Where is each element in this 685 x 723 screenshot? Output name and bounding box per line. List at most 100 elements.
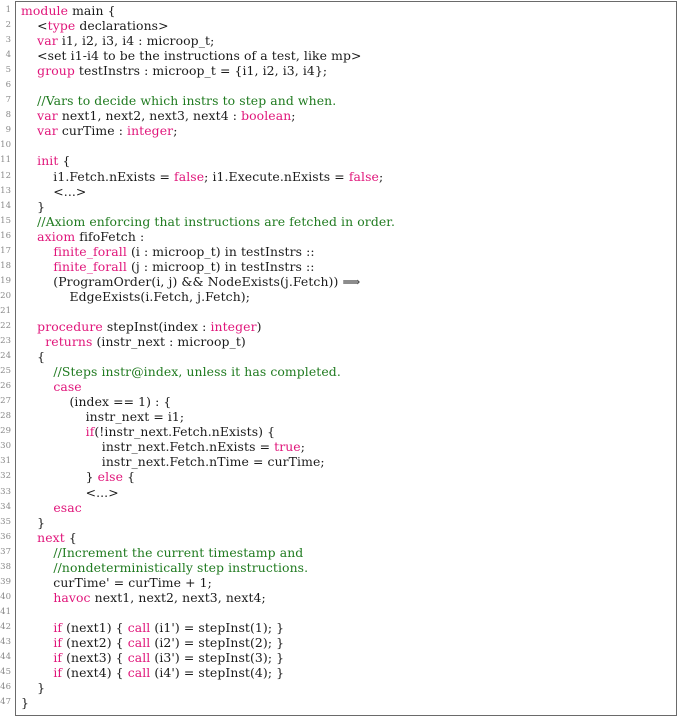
line-number: 9	[5, 125, 11, 136]
keyword-token: returns	[45, 334, 93, 350]
code-token: fifoFetch :	[75, 228, 145, 244]
code-text: group testInstrs : microop_t = {i1, i2, …	[21, 63, 327, 78]
code-text: instr_next = i1;	[21, 409, 184, 424]
keyword-token: false	[174, 168, 205, 184]
code-line: 3 var i1, i2, i3, i4 : microop_t;	[0, 33, 685, 48]
code-line: 18 finite_forall (j : microop_t) in test…	[0, 259, 685, 274]
code-line: 5 group testInstrs : microop_t = {i1, i2…	[0, 63, 685, 78]
code-line: 16 axiom fifoFetch :	[0, 229, 685, 244]
line-number: 3	[5, 35, 11, 46]
code-line: 27 (index == 1) : {	[0, 394, 685, 409]
code-line: 19 (ProgramOrder(i, j) && NodeExists(j.F…	[0, 274, 685, 289]
code-line: 30 instr_next.Fetch.nExists = true;	[0, 439, 685, 454]
line-number: 37	[0, 546, 11, 557]
keyword-token: var	[37, 123, 58, 139]
code-token: {	[64, 529, 77, 545]
code-token: }	[21, 680, 46, 696]
code-text: }	[21, 695, 29, 710]
keyword-token: type	[47, 18, 76, 34]
code-listing: 1 module main {2 <type declarations> 3 var…	[0, 3, 685, 710]
code-token: (ProgramOrder(i, j) && NodeExists(j.Fetc…	[21, 273, 361, 289]
code-token: ; i1.Execute.nExists =	[204, 168, 349, 184]
line-number: 21	[0, 305, 11, 316]
code-text: <...>	[21, 485, 119, 500]
code-text: returns (instr_next : microop_t)	[21, 334, 246, 349]
code-line: 46 }	[0, 680, 685, 695]
keyword-token: false	[348, 168, 379, 184]
code-line: 2 <type declarations>	[0, 18, 685, 33]
keyword-token: if	[53, 619, 63, 635]
code-token: (i3') = stepInst(3); }	[150, 650, 285, 666]
code-text: }	[21, 515, 45, 530]
code-text: next {	[21, 530, 77, 545]
code-line: 44 if (next3) { call (i3') = stepInst(3)…	[0, 650, 685, 665]
code-line: 11 init {	[0, 153, 685, 168]
keyword-token: next	[37, 529, 65, 545]
code-text: var curTime : integer;	[21, 123, 177, 138]
code-line: 26 case	[0, 379, 685, 394]
code-token: <...>	[21, 183, 87, 199]
code-token: instr_next.Fetch.nTime = curTime;	[21, 454, 325, 470]
line-number: 36	[0, 531, 11, 542]
code-token: ;	[173, 123, 178, 139]
line-number: 32	[0, 471, 11, 482]
code-text: //Vars to decide which instrs to step an…	[21, 93, 336, 108]
code-token: (i1') = stepInst(1); }	[150, 619, 285, 635]
code-line: 7 //Vars to decide which instrs to step …	[0, 93, 685, 108]
line-number: 16	[0, 230, 11, 241]
keyword-token: if	[53, 665, 63, 681]
code-line: 14 }	[0, 199, 685, 214]
keyword-token: init	[37, 153, 59, 169]
line-number: 42	[0, 621, 11, 632]
code-token: <	[21, 18, 48, 34]
code-line: 42 if (next1) { call (i1') = stepInst(1)…	[0, 620, 685, 635]
code-line: 22 procedure stepInst(index : integer)	[0, 319, 685, 334]
code-text: //Steps instr@index, unless it has compl…	[21, 364, 341, 379]
code-token: (i4') = stepInst(4); }	[150, 665, 285, 681]
code-text: if (next4) { call (i4') = stepInst(4); }	[21, 665, 284, 680]
code-line: 40 havoc next1, next2, next3, next4;	[0, 590, 685, 605]
code-line: 24 {	[0, 349, 685, 364]
code-text: if (next2) { call (i2') = stepInst(2); }	[21, 635, 284, 650]
line-number: 44	[0, 652, 11, 663]
code-text: if (next3) { call (i3') = stepInst(3); }	[21, 650, 284, 665]
code-token: )	[256, 318, 262, 334]
code-text: instr_next.Fetch.nTime = curTime;	[21, 454, 325, 469]
keyword-token: if	[53, 650, 63, 666]
code-text: //Increment the current timestamp and	[21, 545, 303, 560]
code-line: 45 if (next4) { call (i4') = stepInst(4)…	[0, 665, 685, 680]
code-line: 39 curTime' = curTime + 1;	[0, 575, 685, 590]
keyword-token: call	[127, 634, 151, 650]
keyword-token: call	[127, 665, 151, 681]
code-text: curTime' = curTime + 1;	[21, 575, 212, 590]
code-token: instr_next.Fetch.nExists =	[21, 439, 275, 455]
code-token: (instr_next : microop_t)	[92, 334, 246, 350]
comment-token: //Increment the current timestamp and	[53, 544, 304, 560]
code-token: next1, next2, next3, next4;	[90, 589, 266, 605]
line-number: 15	[0, 215, 11, 226]
code-text: (index == 1) : {	[21, 394, 171, 409]
code-line: 23 returns (instr_next : microop_t)	[0, 334, 685, 349]
line-number: 30	[0, 441, 11, 452]
keyword-token: true	[274, 439, 301, 455]
code-token: ;	[291, 108, 296, 124]
line-number: 46	[0, 682, 11, 693]
code-token: next1, next2, next3, next4 :	[57, 108, 242, 124]
code-line: 28 instr_next = i1;	[0, 409, 685, 424]
code-token: }	[21, 514, 46, 530]
line-number: 26	[0, 381, 11, 392]
keyword-token: var	[37, 33, 58, 49]
code-line: 25 //Steps instr@index, unless it has co…	[0, 364, 685, 379]
line-number: 18	[0, 260, 11, 271]
line-number: 28	[0, 411, 11, 422]
line-number: 8	[5, 110, 11, 121]
keyword-token: var	[37, 108, 58, 124]
